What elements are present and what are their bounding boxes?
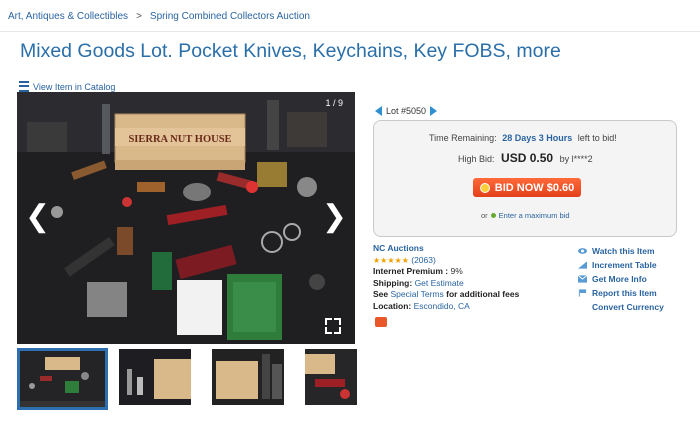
thumbnail[interactable] xyxy=(305,349,357,405)
terms-prefix: See xyxy=(373,289,389,299)
watch-item-link[interactable]: Watch this Item xyxy=(578,244,664,258)
page-title: Mixed Goods Lot. Pocket Knives, Keychain… xyxy=(20,40,561,62)
thumbnail[interactable] xyxy=(212,349,284,405)
max-bid-prefix: or xyxy=(481,211,488,220)
list-icon xyxy=(19,81,29,92)
divider xyxy=(0,31,700,32)
terms-suffix: for additional fees xyxy=(446,289,520,299)
increment-table-link[interactable]: Increment Table xyxy=(578,258,664,272)
seller-info: NC Auctions ★★★★★ (2063) Internet Premiu… xyxy=(373,243,519,312)
high-bid-value: USD 0.50 xyxy=(501,151,554,165)
bid-now-button[interactable]: BID NOW $0.60 xyxy=(473,178,581,197)
next-lot-arrow-icon[interactable] xyxy=(430,106,438,116)
premium-label: Internet Premium : xyxy=(373,266,449,276)
max-bid-row: or Enter a maximum bid xyxy=(481,211,570,220)
thumbnail[interactable] xyxy=(17,348,108,410)
image-counter: 1 / 9 xyxy=(325,98,343,108)
lot-number: Lot #5050 xyxy=(386,106,427,116)
special-terms-link[interactable]: Special Terms xyxy=(391,289,444,299)
thumbnail-strip xyxy=(17,348,357,410)
enter-max-bid-link[interactable]: Enter a maximum bid xyxy=(499,211,570,220)
lot-photo: SIERRA NUT HOUSE xyxy=(17,92,355,344)
location-label: Location: xyxy=(373,300,412,311)
breadcrumb-separator: > xyxy=(136,11,142,22)
previous-image-chevron-icon[interactable]: ❮ xyxy=(25,202,50,232)
shipping-label: Shipping: xyxy=(373,277,413,288)
bid-now-label: BID NOW $0.60 xyxy=(494,181,575,194)
seller-name[interactable]: NC Auctions xyxy=(373,243,424,253)
eye-icon xyxy=(578,248,587,254)
image-viewer[interactable]: SIERRA NUT HOUSE 1 / 9 ❮ ❯ xyxy=(17,92,355,344)
time-remaining-value: 28 Days 3 Hours xyxy=(502,133,573,143)
breadcrumb: Art, Antiques & Collectibles > Spring Comb… xyxy=(8,11,310,22)
view-in-catalog-label: View Item in Catalog xyxy=(33,81,116,92)
flag-icon xyxy=(578,289,587,297)
breadcrumb-link[interactable]: Spring Combined Collectors Auction xyxy=(150,11,310,22)
view-in-catalog-link[interactable]: View Item in Catalog xyxy=(19,81,115,92)
seller-badge-icon xyxy=(375,317,387,327)
location-value[interactable]: Escondido, CA xyxy=(414,301,470,311)
shipping-estimate-link[interactable]: Get Estimate xyxy=(415,278,464,288)
bid-icon xyxy=(479,182,490,193)
premium-value: 9% xyxy=(450,266,463,276)
crate-label: SIERRA NUT HOUSE xyxy=(128,134,231,145)
next-image-chevron-icon[interactable]: ❯ xyxy=(322,202,347,232)
high-bid-label: High Bid: xyxy=(458,154,495,164)
breadcrumb-link[interactable]: Art, Antiques & Collectibles xyxy=(8,11,128,22)
time-remaining-label: Time Remaining: xyxy=(429,133,497,143)
previous-lot-arrow-icon[interactable] xyxy=(375,106,382,116)
time-remaining: Time Remaining: 28 Days 3 Hours left to … xyxy=(429,133,617,143)
thumbnail[interactable] xyxy=(119,349,191,405)
high-bid: High Bid: USD 0.50 by l****2 xyxy=(458,151,593,165)
report-item-link[interactable]: Report this Item xyxy=(578,286,664,300)
time-remaining-suffix: left to bid! xyxy=(577,133,617,143)
fullscreen-icon[interactable] xyxy=(325,318,341,334)
bid-panel: Time Remaining: 28 Days 3 Hours left to … xyxy=(373,120,677,237)
lot-navigation: Lot #5050 xyxy=(375,106,438,116)
convert-currency-link[interactable]: Convert Currency xyxy=(578,300,664,314)
review-count[interactable]: (2063) xyxy=(411,255,436,265)
high-bidder: by l****2 xyxy=(559,154,593,164)
rating-stars-icon: ★★★★★ xyxy=(373,255,409,265)
max-bid-icon xyxy=(490,213,496,218)
get-more-info-link[interactable]: Get More Info xyxy=(578,272,664,286)
item-actions: Watch this Item Increment Table Get More… xyxy=(578,244,664,314)
mail-icon xyxy=(578,275,587,283)
chart-icon xyxy=(578,261,587,269)
